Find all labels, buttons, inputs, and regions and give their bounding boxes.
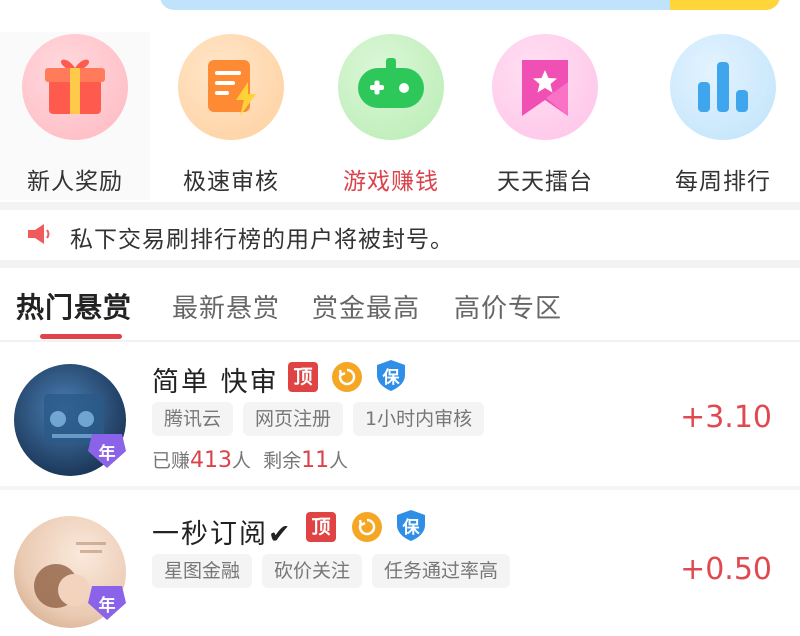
task-stats: 已赚413人 剩余11人 [152,446,348,473]
year-badge-text: 年 [98,596,116,616]
refresh-icon [352,512,382,542]
document-lightning-icon [178,34,284,140]
task-tags: 腾讯云 网页注册 1小时内审核 [152,402,494,438]
task-tag: 砍价关注 [262,554,363,588]
quick-menu-label: 天天擂台 [497,169,593,195]
bounty-tabs: 热门悬赏 最新悬赏 赏金最高 高价专区 [0,270,800,340]
earned-prefix: 已赚 [152,450,191,472]
gamepad-icon [338,34,444,140]
quick-menu-label: 极速审核 [183,169,279,195]
guarantee-shield-icon: 保 [394,508,428,542]
task-item[interactable]: 年 一秒订阅✔ 顶 保 星图金融 砍价关注 任务通过率高 +0.50 [0,494,800,636]
tab-highest-reward[interactable]: 赏金最高 [312,288,420,325]
task-title: 一秒订阅✔ [152,519,293,550]
task-title: 简单 快审 [152,367,279,398]
quick-menu-label: 每周排行 [675,169,771,195]
tab-latest-bounty[interactable]: 最新悬赏 [172,288,280,325]
tab-high-price-zone[interactable]: 高价专区 [454,288,562,325]
divider [0,202,800,210]
remaining-unit: 人 [329,450,349,472]
quick-menu: 新人奖励 极速审核 游戏赚钱 天天擂台 每周排行 [0,24,800,200]
refresh-icon [332,362,362,392]
task-tag: 1小时内审核 [353,402,485,436]
guarantee-tag-text: 保 [402,518,420,538]
quick-menu-label: 游戏赚钱 [343,169,439,195]
guarantee-tag-text: 保 [382,368,400,388]
quick-menu-daily-arena[interactable]: 天天擂台 [470,32,620,200]
gift-icon [22,34,128,140]
quick-menu-game-earn[interactable]: 游戏赚钱 [316,32,466,200]
remaining-count: 11 [301,448,330,473]
quick-menu-fast-review[interactable]: 极速审核 [156,32,306,200]
task-tag: 任务通过率高 [372,554,511,588]
divider [0,260,800,268]
bar-chart-icon [670,34,776,140]
divider [0,486,800,490]
task-tag: 星图金融 [152,554,253,588]
task-reward: +3.10 [680,400,772,435]
task-reward: +0.50 [680,552,772,587]
task-tags: 星图金融 砍价关注 任务通过率高 [152,554,520,590]
guarantee-shield-icon: 保 [374,358,408,392]
bookmark-star-icon [492,34,598,140]
earned-count: 413 [190,448,233,473]
active-tab-indicator [40,334,122,339]
quick-menu-weekly-rank[interactable]: 每周排行 [648,32,798,200]
task-tag: 网页注册 [243,402,344,436]
top-banner[interactable] [160,0,780,10]
quick-menu-label: 新人奖励 [27,169,123,195]
speaker-icon [28,224,54,244]
notice-bar[interactable]: 私下交易刷排行榜的用户将被封号。 [0,210,800,260]
top-banner-accent [670,0,780,10]
remaining-prefix: 剩余 [263,450,302,472]
top-tag: 顶 [306,512,336,542]
year-badge-text: 年 [98,444,116,464]
tab-hot-bounty[interactable]: 热门悬赏 [16,286,132,326]
quick-menu-new-user-reward[interactable]: 新人奖励 [0,32,150,200]
year-badge: 年 [88,434,126,468]
earned-unit: 人 [232,450,252,472]
task-tag: 腾讯云 [152,402,234,436]
notice-text: 私下交易刷排行榜的用户将被封号。 [70,227,454,253]
task-item[interactable]: 年 简单 快审 顶 保 腾讯云 网页注册 1小时内审核 已赚413人 剩余11人 +… [0,342,800,484]
year-badge: 年 [88,586,126,620]
top-tag: 顶 [288,362,318,392]
